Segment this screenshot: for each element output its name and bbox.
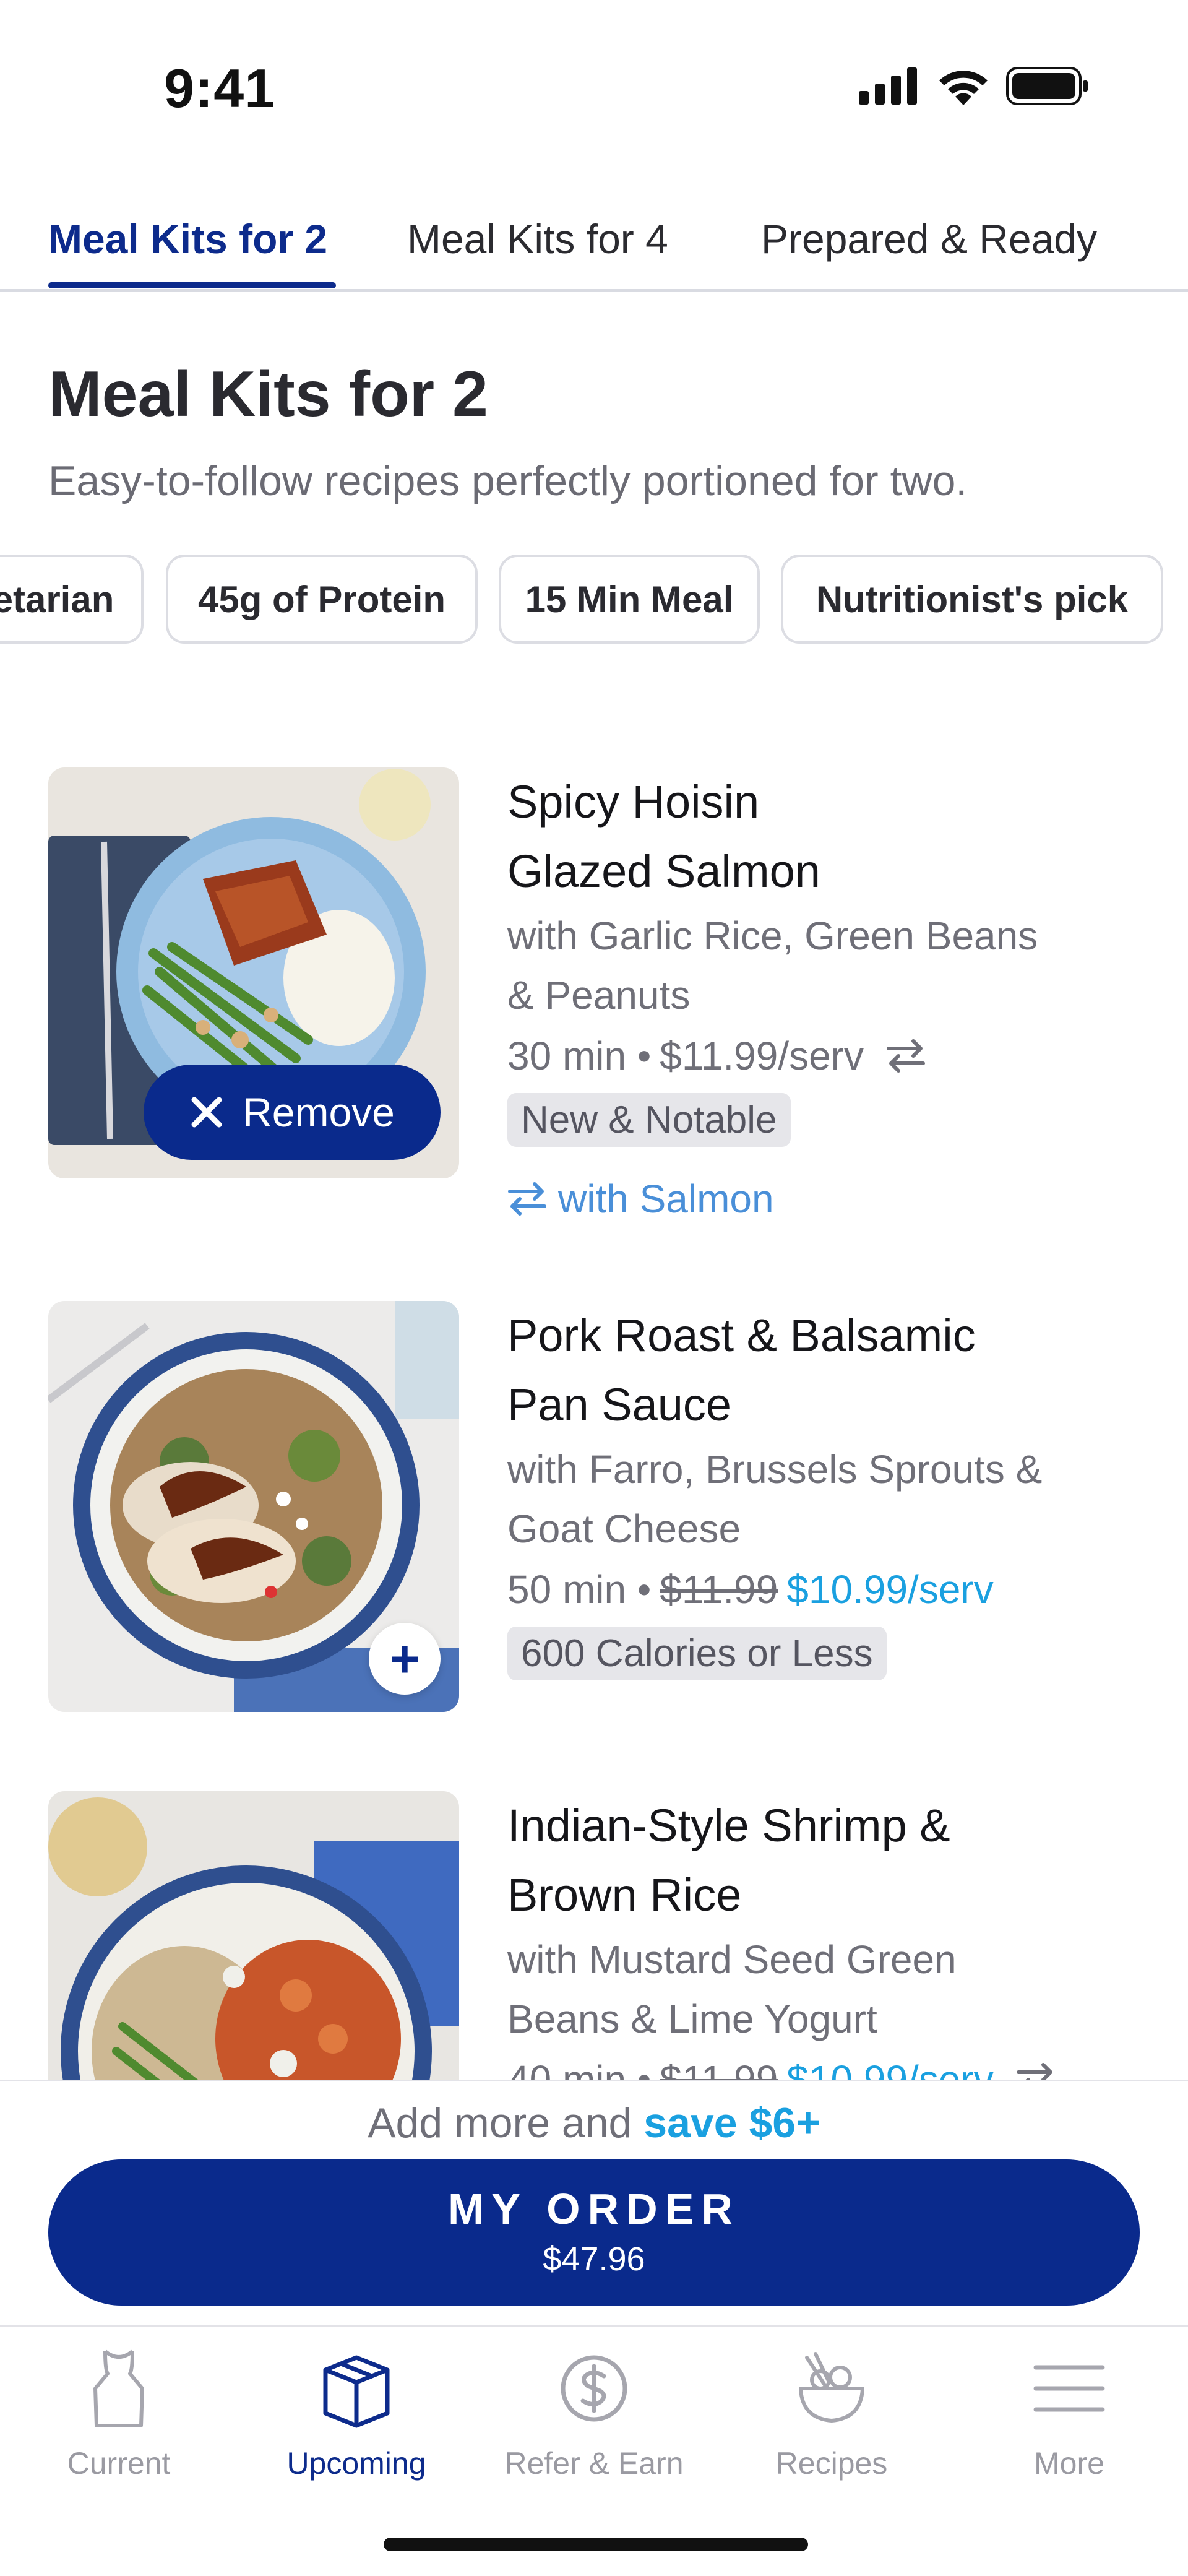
meal-price: $11.99/serv	[660, 1034, 864, 1078]
swap-arrows-icon[interactable]	[1016, 2062, 1056, 2080]
salad-bowl-icon	[799, 2352, 864, 2423]
swap-arrows-icon	[508, 1182, 546, 1216]
meal-description-line: with Mustard Seed Green	[507, 1937, 957, 1982]
filter-chips: etarian 45g of Protein 15 Min Meal Nutri…	[0, 555, 1188, 646]
meal-title-line: Pork Roast & Balsamic	[507, 1310, 976, 1361]
meal-description-line: & Peanuts	[507, 973, 691, 1018]
close-icon	[191, 1097, 222, 1128]
nav-item-current[interactable]: Current	[0, 2345, 238, 2481]
meal-badge: 600 Calories or Less	[507, 1627, 887, 1680]
filter-chip-protein[interactable]: 45g of Protein	[166, 555, 478, 644]
nav-item-refer-and-earn[interactable]: Refer & Earn	[475, 2345, 713, 2481]
nav-item-more[interactable]: More	[950, 2345, 1188, 2481]
meal-description-line: with Garlic Rice, Green Beans	[507, 914, 1038, 958]
order-total: $47.96	[543, 2241, 645, 2278]
meal-time: 40 min •	[507, 2057, 652, 2080]
meal-time: 50 min •	[507, 1567, 652, 1612]
meal-description: with Farro, Brussels Sprouts & Goat Chee…	[507, 1440, 1138, 1558]
meal-description-line: with Farro, Brussels Sprouts &	[507, 1447, 1043, 1492]
hamburger-menu-icon	[1033, 2365, 1105, 2412]
dollar-circle-icon	[561, 2355, 627, 2422]
category-tabs: Meal Kits for 2 Meal Kits for 4 Prepared…	[0, 204, 1188, 292]
box-icon	[323, 2355, 390, 2428]
swap-arrows-icon[interactable]	[886, 1039, 926, 1073]
meal-description-line: Goat Cheese	[507, 1506, 741, 1551]
meal-price-original: $11.99	[660, 1567, 778, 1612]
apron-icon	[93, 2349, 144, 2427]
filter-chip-nutritionists-pick[interactable]: Nutritionist's pick	[781, 555, 1163, 644]
filter-chip-15-min[interactable]: 15 Min Meal	[499, 555, 760, 644]
meal-meta: 40 min • $11.99 $10.99/serv	[507, 2049, 1138, 2080]
meal-description-line: Beans & Lime Yogurt	[507, 1997, 877, 2041]
meal-title-line: Glazed Salmon	[507, 845, 820, 897]
shrimp-dish-image	[48, 1791, 459, 2080]
meal-title-line: Spicy Hoisin	[507, 776, 760, 828]
tab-meal-kits-for-4[interactable]: Meal Kits for 4	[407, 215, 668, 262]
active-tab-indicator	[48, 282, 336, 288]
meal-description: with Garlic Rice, Green Beans & Peanuts	[507, 906, 1138, 1025]
nav-label: Current	[67, 2446, 171, 2481]
meal-title-line: Indian-Style Shrimp &	[507, 1800, 950, 1851]
meal-title-line: Pan Sauce	[507, 1379, 732, 1430]
meal-info: Spicy Hoisin Glazed Salmon with Garlic R…	[507, 767, 1138, 1147]
battery-icon	[1006, 67, 1088, 105]
meal-title[interactable]: Spicy Hoisin Glazed Salmon	[507, 767, 1138, 906]
meal-badge: New & Notable	[507, 1093, 791, 1147]
meal-photo[interactable]: +	[48, 1301, 459, 1712]
tab-prepared-and-ready[interactable]: Prepared & Ready	[761, 215, 1097, 262]
page-title: Meal Kits for 2	[48, 358, 488, 430]
savings-prefix: Add more and	[368, 2099, 632, 2146]
nav-label: Recipes	[775, 2446, 888, 2481]
nav-label: Refer & Earn	[504, 2446, 684, 2481]
meal-meta: 50 min • $11.99 $10.99/serv	[507, 1558, 1138, 1620]
remove-button-label: Remove	[243, 1089, 395, 1135]
savings-message: Add more and save $6+	[0, 2099, 1188, 2147]
meal-info: Indian-Style Shrimp & Brown Rice with Mu…	[507, 1791, 1138, 2080]
cellular-signal-icon	[859, 67, 917, 105]
tab-meal-kits-for-2[interactable]: Meal Kits for 2	[48, 215, 327, 262]
nav-label: More	[1034, 2446, 1104, 2481]
order-panel: Add more and save $6+ MY ORDER $47.96	[0, 2080, 1188, 2327]
nav-item-upcoming[interactable]: Upcoming	[238, 2345, 475, 2481]
filter-chip-vegetarian[interactable]: etarian	[0, 555, 144, 644]
my-order-label: MY ORDER	[448, 2185, 740, 2233]
meal-description: with Mustard Seed Green Beans & Lime Yog…	[507, 1930, 1138, 2049]
meal-price-discounted: $10.99/serv	[786, 2057, 994, 2080]
swap-protein-link[interactable]: with Salmon	[507, 1176, 774, 1222]
my-order-button[interactable]: MY ORDER $47.96	[48, 2159, 1140, 2306]
status-bar: 9:41	[0, 0, 1188, 167]
wifi-icon	[939, 71, 988, 105]
status-icons	[859, 67, 1089, 105]
meal-photo[interactable]: Remove	[48, 767, 459, 1178]
meal-title[interactable]: Indian-Style Shrimp & Brown Rice	[507, 1791, 1138, 1930]
meal-price-discounted: $10.99/serv	[786, 1567, 994, 1612]
meal-title-line: Brown Rice	[507, 1869, 742, 1921]
nav-item-recipes[interactable]: Recipes	[713, 2345, 950, 2481]
meal-photo[interactable]	[48, 1791, 459, 2080]
meal-title[interactable]: Pork Roast & Balsamic Pan Sauce	[507, 1301, 1138, 1440]
savings-amount: save $6+	[644, 2099, 820, 2146]
meal-meta: 30 min • $11.99/serv	[507, 1025, 1138, 1087]
meal-time: 30 min •	[507, 1034, 652, 1078]
nav-label: Upcoming	[286, 2446, 426, 2481]
add-to-order-button[interactable]: +	[369, 1623, 441, 1695]
page-subtitle: Easy-to-follow recipes perfectly portion…	[48, 457, 968, 504]
remove-button[interactable]: Remove	[144, 1065, 441, 1160]
meal-card[interactable]: Remove Spicy Hoisin Glazed Salmon with G…	[48, 767, 1140, 1238]
meal-price-original: $11.99	[660, 2057, 778, 2080]
meal-card[interactable]: Indian-Style Shrimp & Brown Rice with Mu…	[48, 1791, 1140, 2080]
status-time: 9:41	[164, 58, 276, 119]
meal-info: Pork Roast & Balsamic Pan Sauce with Far…	[507, 1301, 1138, 1680]
home-indicator	[384, 2538, 808, 2551]
swap-link-label: with Salmon	[558, 1177, 774, 1221]
meal-card[interactable]: + Pork Roast & Balsamic Pan Sauce with F…	[48, 1301, 1140, 1734]
